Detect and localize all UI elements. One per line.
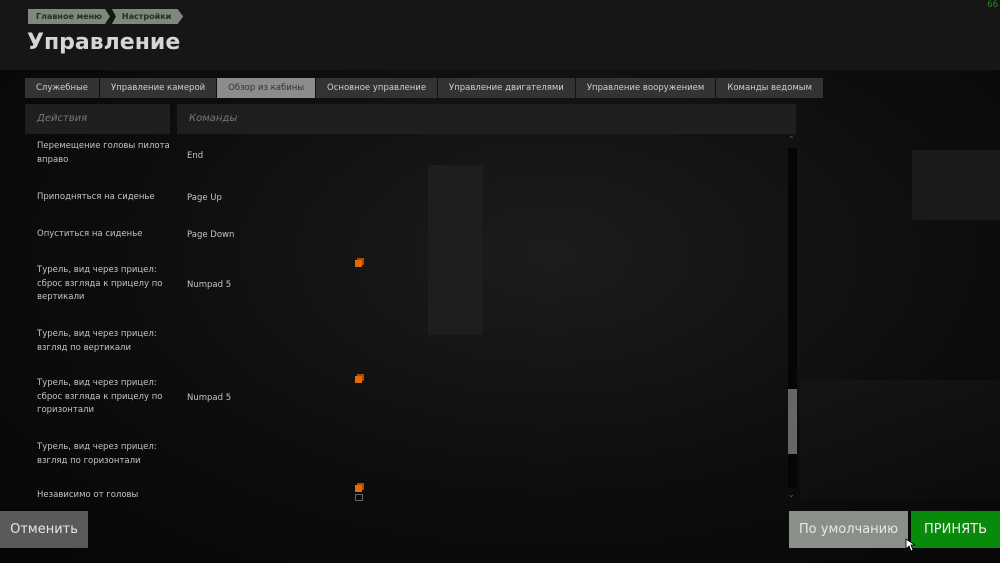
tab-bar: Служебные Управление камерой Обзор из ка… bbox=[25, 78, 824, 98]
mouse-cursor-icon bbox=[905, 538, 915, 552]
scrollbar-thumb[interactable] bbox=[788, 389, 797, 454]
background-scene bbox=[800, 380, 1000, 500]
fps-counter: 66 bbox=[987, 0, 998, 10]
background-scene bbox=[912, 150, 1000, 220]
tab-weapons[interactable]: Управление вооружением bbox=[575, 78, 716, 98]
action-label: Турель, вид через прицел: сброс взгляда … bbox=[37, 378, 163, 415]
header: Главное меню Настройки Управление 66 bbox=[0, 0, 1000, 70]
tab-camera[interactable]: Управление камерой bbox=[100, 78, 217, 98]
command-value[interactable]: Numpad 5 bbox=[187, 280, 231, 290]
multi-binding-icon[interactable] bbox=[355, 258, 364, 267]
breadcrumb-main-menu[interactable]: Главное меню bbox=[28, 9, 110, 24]
column-header-commands: Команды bbox=[177, 104, 796, 134]
breadcrumb: Главное меню Настройки bbox=[28, 9, 184, 24]
multi-binding-icon[interactable] bbox=[355, 374, 364, 383]
action-label: Приподняться на сиденье bbox=[37, 192, 155, 202]
command-value[interactable]: Page Down bbox=[187, 230, 234, 240]
breadcrumb-settings[interactable]: Настройки bbox=[111, 9, 184, 24]
tab-basic-controls[interactable]: Основное управление bbox=[316, 78, 438, 98]
tab-cockpit-view[interactable]: Обзор из кабины bbox=[217, 78, 316, 98]
tab-engines[interactable]: Управление двигателями bbox=[438, 78, 575, 98]
action-label: Опуститься на сиденье bbox=[37, 229, 143, 239]
scroll-down-icon[interactable]: ⌄ bbox=[788, 490, 795, 499]
scroll-up-icon[interactable]: ⌃ bbox=[788, 135, 795, 144]
accept-button[interactable]: ПРИНЯТЬ bbox=[911, 511, 1000, 548]
page-title: Управление bbox=[27, 30, 181, 55]
multi-binding-icon[interactable] bbox=[355, 483, 364, 492]
command-value[interactable]: Numpad 5 bbox=[187, 393, 231, 403]
command-value[interactable]: End bbox=[187, 151, 203, 161]
tab-wingmen[interactable]: Команды ведомым bbox=[716, 78, 823, 98]
scrollbar[interactable] bbox=[788, 148, 797, 488]
tab-service[interactable]: Служебные bbox=[25, 78, 100, 98]
bindings-list: Перемещение головы пилота вправо End При… bbox=[25, 138, 787, 503]
cancel-button[interactable]: Отменить bbox=[0, 511, 88, 548]
action-label: Независимо от головы bbox=[37, 490, 139, 500]
action-label: Турель, вид через прицел: сброс взгляда … bbox=[37, 265, 163, 302]
action-label: Турель, вид через прицел: взгляд по гори… bbox=[37, 442, 157, 466]
action-label: Турель, вид через прицел: взгляд по верт… bbox=[37, 329, 157, 353]
command-value[interactable]: Page Up bbox=[187, 193, 222, 203]
action-label: Перемещение головы пилота вправо bbox=[37, 141, 170, 165]
column-header-actions: Действия bbox=[25, 104, 170, 134]
gamepad-binding-icon[interactable] bbox=[355, 494, 363, 501]
default-button[interactable]: По умолчанию bbox=[789, 511, 908, 548]
